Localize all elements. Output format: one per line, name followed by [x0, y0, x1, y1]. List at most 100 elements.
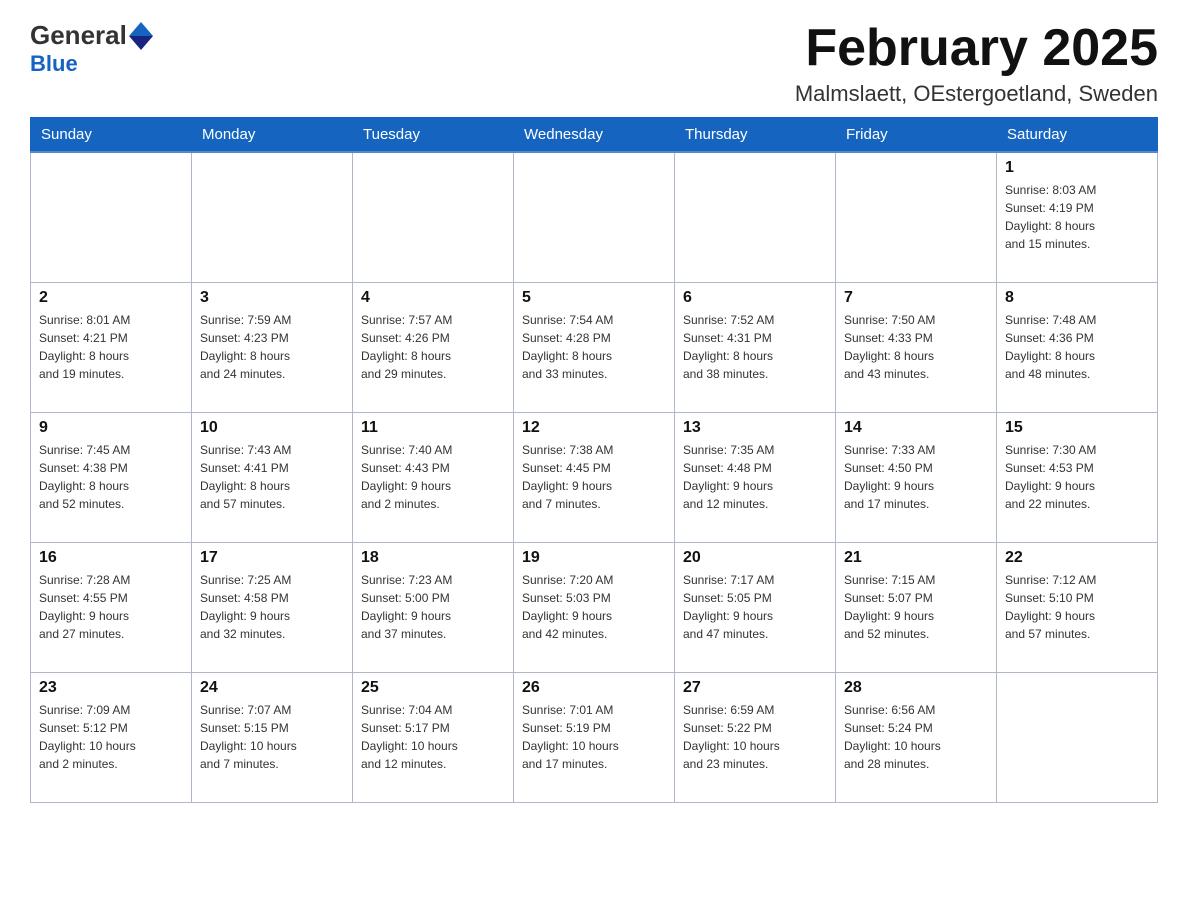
- day-info: Sunrise: 6:59 AM Sunset: 5:22 PM Dayligh…: [683, 701, 827, 773]
- title-block: February 2025 Malmslaett, OEstergoetland…: [795, 20, 1158, 107]
- day-number: 17: [200, 549, 344, 567]
- day-number: 16: [39, 549, 183, 567]
- calendar-week-5: 23Sunrise: 7:09 AM Sunset: 5:12 PM Dayli…: [31, 672, 1158, 802]
- day-number: 9: [39, 419, 183, 437]
- calendar-day-24: 24Sunrise: 7:07 AM Sunset: 5:15 PM Dayli…: [192, 672, 353, 802]
- calendar-day-1: 1Sunrise: 8:03 AM Sunset: 4:19 PM Daylig…: [997, 152, 1158, 282]
- day-info: Sunrise: 7:52 AM Sunset: 4:31 PM Dayligh…: [683, 311, 827, 383]
- day-info: Sunrise: 7:50 AM Sunset: 4:33 PM Dayligh…: [844, 311, 988, 383]
- logo-general-text: General: [30, 20, 127, 51]
- day-number: 27: [683, 679, 827, 697]
- day-info: Sunrise: 7:38 AM Sunset: 4:45 PM Dayligh…: [522, 441, 666, 513]
- weekday-header-thursday: Thursday: [675, 118, 836, 153]
- calendar-day-15: 15 Sunrise: 7:30 AM Sunset: 4:53 PM Dayli…: [997, 412, 1158, 542]
- day-number: 3: [200, 289, 344, 307]
- day-info: Sunrise: 8:01 AM Sunset: 4:21 PM Dayligh…: [39, 311, 183, 383]
- day-number: 6: [683, 289, 827, 307]
- day-info: Sunrise: 7:35 AM Sunset: 4:48 PM Dayligh…: [683, 441, 827, 513]
- calendar-day-18: 18 Sunrise: 7:23 AM Sunset: 5:00 PM Dayli…: [353, 542, 514, 672]
- day-number: 13: [683, 419, 827, 437]
- calendar-day-8: 8 Sunrise: 7:48 AM Sunset: 4:36 PM Daylig…: [997, 282, 1158, 412]
- logo-blue-text: Blue: [30, 51, 153, 77]
- day-number: 12: [522, 419, 666, 437]
- day-number: 5: [522, 289, 666, 307]
- day-info: Sunrise: 7:45 AM Sunset: 4:38 PM Dayligh…: [39, 441, 183, 513]
- weekday-header-row: SundayMondayTuesdayWednesdayThursdayFrid…: [31, 118, 1158, 153]
- calendar-day-23: 23Sunrise: 7:09 AM Sunset: 5:12 PM Dayli…: [31, 672, 192, 802]
- day-info: Sunrise: 7:23 AM Sunset: 5:00 PM Dayligh…: [361, 571, 505, 643]
- day-info: Sunrise: 7:59 AM Sunset: 4:23 PM Dayligh…: [200, 311, 344, 383]
- logo: General Blue: [30, 20, 153, 77]
- day-info: Sunrise: 7:07 AM Sunset: 5:15 PM Dayligh…: [200, 701, 344, 773]
- calendar-empty-cell: [192, 152, 353, 282]
- logo-flag-icon: [129, 22, 153, 50]
- calendar-empty-cell: [514, 152, 675, 282]
- month-title: February 2025: [795, 20, 1158, 77]
- calendar-day-5: 5 Sunrise: 7:54 AM Sunset: 4:28 PM Daylig…: [514, 282, 675, 412]
- day-number: 22: [1005, 549, 1149, 567]
- calendar-day-11: 11 Sunrise: 7:40 AM Sunset: 4:43 PM Dayli…: [353, 412, 514, 542]
- calendar-day-2: 2 Sunrise: 8:01 AM Sunset: 4:21 PM Daylig…: [31, 282, 192, 412]
- calendar-day-21: 21Sunrise: 7:15 AM Sunset: 5:07 PM Dayli…: [836, 542, 997, 672]
- calendar-day-10: 10 Sunrise: 7:43 AM Sunset: 4:41 PM Dayli…: [192, 412, 353, 542]
- weekday-header-friday: Friday: [836, 118, 997, 153]
- calendar-day-6: 6 Sunrise: 7:52 AM Sunset: 4:31 PM Daylig…: [675, 282, 836, 412]
- calendar-empty-cell: [31, 152, 192, 282]
- calendar-day-20: 20 Sunrise: 7:17 AM Sunset: 5:05 PM Dayli…: [675, 542, 836, 672]
- day-info: Sunrise: 7:57 AM Sunset: 4:26 PM Dayligh…: [361, 311, 505, 383]
- calendar-day-19: 19 Sunrise: 7:20 AM Sunset: 5:03 PM Dayli…: [514, 542, 675, 672]
- calendar-day-25: 25 Sunrise: 7:04 AM Sunset: 5:17 PM Dayli…: [353, 672, 514, 802]
- day-info: Sunrise: 7:04 AM Sunset: 5:17 PM Dayligh…: [361, 701, 505, 773]
- day-number: 2: [39, 289, 183, 307]
- day-number: 15: [1005, 419, 1149, 437]
- calendar-empty-cell: [675, 152, 836, 282]
- calendar-week-4: 16Sunrise: 7:28 AM Sunset: 4:55 PM Dayli…: [31, 542, 1158, 672]
- day-number: 11: [361, 419, 505, 437]
- weekday-header-saturday: Saturday: [997, 118, 1158, 153]
- calendar-day-14: 14Sunrise: 7:33 AM Sunset: 4:50 PM Dayli…: [836, 412, 997, 542]
- day-info: Sunrise: 7:30 AM Sunset: 4:53 PM Dayligh…: [1005, 441, 1149, 513]
- calendar-day-27: 27 Sunrise: 6:59 AM Sunset: 5:22 PM Dayli…: [675, 672, 836, 802]
- page-header: General Blue February 2025 Malmslaett, O…: [30, 20, 1158, 107]
- calendar-empty-cell: [353, 152, 514, 282]
- day-number: 8: [1005, 289, 1149, 307]
- day-number: 26: [522, 679, 666, 697]
- day-info: Sunrise: 6:56 AM Sunset: 5:24 PM Dayligh…: [844, 701, 988, 773]
- calendar-week-2: 2 Sunrise: 8:01 AM Sunset: 4:21 PM Daylig…: [31, 282, 1158, 412]
- day-info: Sunrise: 7:54 AM Sunset: 4:28 PM Dayligh…: [522, 311, 666, 383]
- day-number: 23: [39, 679, 183, 697]
- weekday-header-sunday: Sunday: [31, 118, 192, 153]
- day-number: 10: [200, 419, 344, 437]
- calendar-day-4: 4 Sunrise: 7:57 AM Sunset: 4:26 PM Daylig…: [353, 282, 514, 412]
- day-info: Sunrise: 7:40 AM Sunset: 4:43 PM Dayligh…: [361, 441, 505, 513]
- calendar-empty-cell: [836, 152, 997, 282]
- calendar-week-1: 1Sunrise: 8:03 AM Sunset: 4:19 PM Daylig…: [31, 152, 1158, 282]
- day-number: 4: [361, 289, 505, 307]
- calendar-day-3: 3 Sunrise: 7:59 AM Sunset: 4:23 PM Daylig…: [192, 282, 353, 412]
- day-number: 25: [361, 679, 505, 697]
- calendar-day-12: 12 Sunrise: 7:38 AM Sunset: 4:45 PM Dayli…: [514, 412, 675, 542]
- day-number: 7: [844, 289, 988, 307]
- calendar-day-26: 26 Sunrise: 7:01 AM Sunset: 5:19 PM Dayli…: [514, 672, 675, 802]
- calendar-day-17: 17Sunrise: 7:25 AM Sunset: 4:58 PM Dayli…: [192, 542, 353, 672]
- weekday-header-monday: Monday: [192, 118, 353, 153]
- day-number: 19: [522, 549, 666, 567]
- day-info: Sunrise: 7:17 AM Sunset: 5:05 PM Dayligh…: [683, 571, 827, 643]
- day-info: Sunrise: 7:12 AM Sunset: 5:10 PM Dayligh…: [1005, 571, 1149, 643]
- day-info: Sunrise: 7:15 AM Sunset: 5:07 PM Dayligh…: [844, 571, 988, 643]
- day-info: Sunrise: 7:48 AM Sunset: 4:36 PM Dayligh…: [1005, 311, 1149, 383]
- weekday-header-tuesday: Tuesday: [353, 118, 514, 153]
- calendar-week-3: 9 Sunrise: 7:45 AM Sunset: 4:38 PM Daylig…: [31, 412, 1158, 542]
- calendar-empty-cell: [997, 672, 1158, 802]
- day-number: 18: [361, 549, 505, 567]
- calendar-table: SundayMondayTuesdayWednesdayThursdayFrid…: [30, 117, 1158, 803]
- calendar-day-16: 16Sunrise: 7:28 AM Sunset: 4:55 PM Dayli…: [31, 542, 192, 672]
- day-info: Sunrise: 7:01 AM Sunset: 5:19 PM Dayligh…: [522, 701, 666, 773]
- day-number: 20: [683, 549, 827, 567]
- day-info: Sunrise: 8:03 AM Sunset: 4:19 PM Dayligh…: [1005, 181, 1149, 253]
- weekday-header-wednesday: Wednesday: [514, 118, 675, 153]
- calendar-day-9: 9 Sunrise: 7:45 AM Sunset: 4:38 PM Daylig…: [31, 412, 192, 542]
- day-info: Sunrise: 7:20 AM Sunset: 5:03 PM Dayligh…: [522, 571, 666, 643]
- location-title: Malmslaett, OEstergoetland, Sweden: [795, 81, 1158, 107]
- day-info: Sunrise: 7:43 AM Sunset: 4:41 PM Dayligh…: [200, 441, 344, 513]
